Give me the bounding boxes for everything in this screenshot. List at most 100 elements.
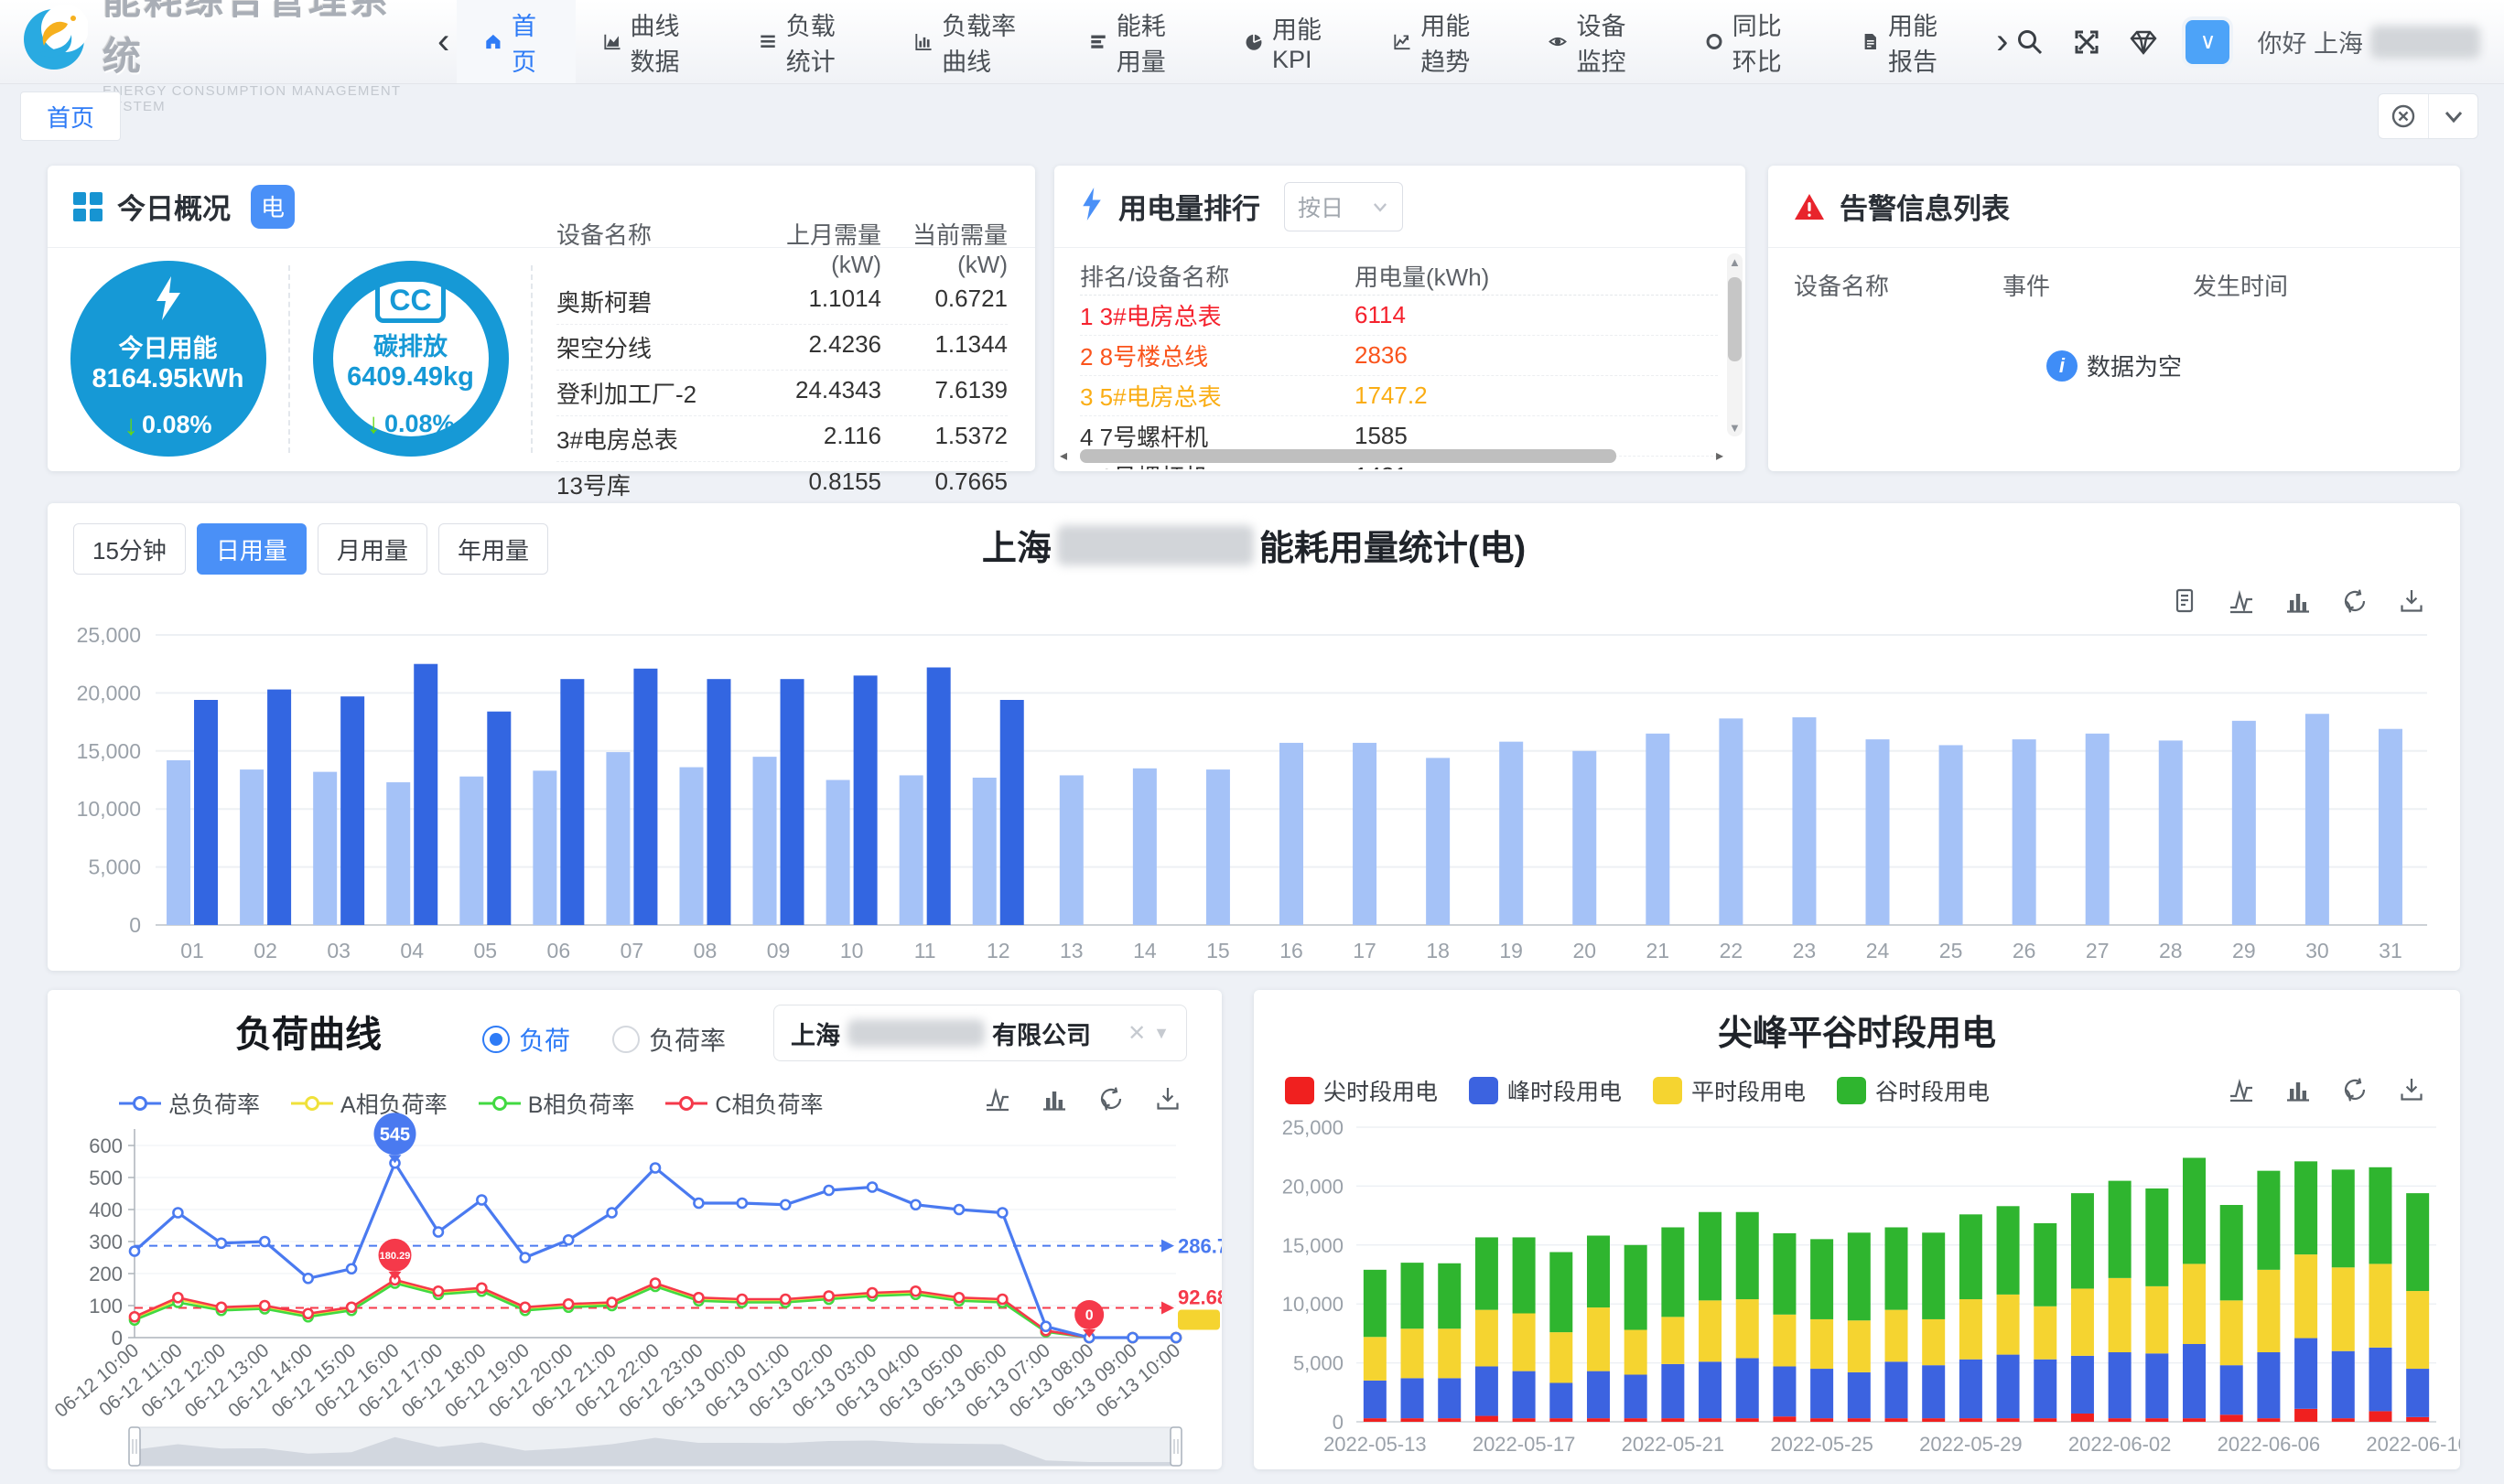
alarm-header-cell: 事件: [2002, 268, 2193, 302]
svg-text:2022-06-06: 2022-06-06: [2218, 1433, 2321, 1456]
legend-swatch: [1285, 1077, 1314, 1104]
main-nav: 首页曲线数据负载统计负载率曲线 能耗用量用能KPI用能趋势设备监控同比环比用能报告: [457, 0, 1989, 83]
table-row: 登利加工厂-224.43437.6139: [556, 371, 1008, 416]
company-select[interactable]: 上海 有限公司 ✕ ▼: [773, 1005, 1187, 1061]
legend-item-谷时段用电[interactable]: 谷时段用电: [1837, 1074, 1990, 1107]
svg-text:2022-06-10: 2022-06-10: [2366, 1433, 2460, 1456]
nav-item-energy-kpi[interactable]: 用能KPI: [1217, 0, 1365, 83]
svg-text:100: 100: [89, 1295, 123, 1317]
nav-item-energy-trend[interactable]: 用能趋势: [1365, 0, 1521, 83]
scrollbar-thumb[interactable]: [1728, 277, 1742, 361]
line-chart-icon[interactable]: [2228, 1076, 2255, 1103]
today-energy-delta-value: 0.08%: [142, 411, 212, 439]
ranking-period-select[interactable]: 按日: [1284, 182, 1403, 231]
load-curve-card: 负荷曲线 负荷负荷率 上海 有限公司 ✕ ▼ 总负荷率A相负荷率B相负荷率C相负…: [48, 990, 1222, 1469]
ranking-value: 1585: [1355, 422, 1718, 450]
legend-item-峰时段用电[interactable]: 峰时段用电: [1469, 1074, 1622, 1107]
nav-item-load-stats[interactable]: 负载统计: [731, 0, 887, 83]
today-overview-card: 今日概况 电 今日用能 8164.95kWh ↓ 0.08%: [48, 166, 1035, 471]
load-radio-group: 负荷 负荷率: [482, 1021, 726, 1058]
legend-item-平时段用电[interactable]: 平时段用电: [1653, 1074, 1806, 1107]
carbon-icon: CC: [375, 277, 445, 323]
radio-label: 负荷率: [649, 1021, 726, 1058]
ranking-name: 2 8号楼总线: [1080, 339, 1355, 372]
ring-icon: [1705, 29, 1723, 54]
svg-text:400: 400: [89, 1199, 123, 1221]
today-energy-wrap: 今日用能 8164.95kWh ↓ 0.08%: [48, 261, 288, 457]
close-circle-icon[interactable]: [2379, 94, 2428, 138]
alarm-table-headers: 设备名称事件发生时间: [1768, 248, 2460, 302]
nav-item-energy-usage[interactable]: 能耗用量: [1062, 0, 1217, 83]
refresh-icon[interactable]: [2341, 587, 2369, 615]
brand: 能耗综合管理系统 ENERGY CONSUMPTION MANAGEMENT S…: [0, 0, 430, 83]
nav-item-label: 负载率曲线: [942, 6, 1034, 78]
svg-text:286.77: 286.77: [1178, 1235, 1222, 1258]
svg-text:25: 25: [1939, 939, 1963, 962]
nav-item-energy-report[interactable]: 用能报告: [1833, 0, 1989, 83]
table-cell: 0.7665: [898, 468, 1008, 501]
legend-label: 谷时段用电: [1875, 1074, 1990, 1107]
line-chart-icon[interactable]: [2228, 587, 2255, 615]
horizontal-scrollbar[interactable]: ◂ ▸: [1080, 448, 1703, 464]
chevron-down-icon[interactable]: ▼: [1153, 1024, 1170, 1043]
user-dropdown-button[interactable]: ∨: [2186, 20, 2229, 64]
alarm-list-card: 告警信息列表 设备名称事件发生时间 i 数据为空: [1768, 166, 2460, 471]
tou-chart-svg: 05,00010,00015,00020,00025,0002022-05-13…: [1254, 1118, 2460, 1462]
datazoom-handle[interactable]: [129, 1427, 140, 1466]
arrow-down-icon: ↓: [366, 407, 381, 440]
svg-text:20,000: 20,000: [1282, 1175, 1344, 1198]
blurred-company-name: [1057, 525, 1254, 565]
svg-text:0: 0: [1333, 1411, 1344, 1434]
blurred-username: [2370, 26, 2480, 59]
legend-item-尖时段用电[interactable]: 尖时段用电: [1285, 1074, 1438, 1107]
vertical-scrollbar[interactable]: ▲ ▼: [1727, 253, 1743, 436]
scroll-down-icon[interactable]: ▼: [1729, 421, 1741, 435]
scroll-right-icon[interactable]: ▸: [1716, 446, 1723, 465]
scrollbar-thumb[interactable]: [1080, 449, 1616, 463]
nav-item-load-rate-curve[interactable]: 负载率曲线: [887, 0, 1062, 83]
download-icon[interactable]: [2398, 587, 2425, 615]
nav-item-home[interactable]: 首页: [457, 0, 575, 83]
ranking-row[interactable]: 3 5#电房总表1747.2: [1080, 376, 1718, 416]
svg-text:92.68: 92.68: [1178, 1286, 1222, 1309]
nav-item-label: 能耗用量: [1117, 6, 1190, 78]
svg-text:06: 06: [547, 939, 571, 962]
datazoom-slider[interactable]: [129, 1427, 1182, 1466]
svg-text:21: 21: [1646, 939, 1670, 962]
radio-负荷[interactable]: 负荷: [482, 1021, 570, 1058]
electric-badge[interactable]: 电: [251, 185, 295, 229]
document-icon: [1861, 29, 1879, 54]
svg-text:27: 27: [2086, 939, 2110, 962]
nav-item-curve-data[interactable]: 曲线数据: [576, 0, 731, 83]
ranking-row[interactable]: 1 3#电房总表6114: [1080, 296, 1718, 336]
clear-icon[interactable]: ✕: [1128, 1020, 1146, 1047]
svg-text:15,000: 15,000: [1282, 1234, 1344, 1257]
diamond-icon[interactable]: [2129, 27, 2158, 57]
scroll-up-icon[interactable]: ▲: [1729, 255, 1741, 269]
svg-text:300: 300: [89, 1231, 123, 1253]
datazoom-handle[interactable]: [1171, 1427, 1182, 1466]
radio-负荷率[interactable]: 负荷率: [612, 1021, 726, 1058]
bar-chart-icon[interactable]: [2284, 587, 2312, 615]
nav-item-compare[interactable]: 同比环比: [1678, 0, 1833, 83]
ranking-row[interactable]: 2 8号楼总线2836: [1080, 336, 1718, 376]
nav-scroll-left-icon[interactable]: ‹: [430, 21, 457, 62]
nav-scroll-right-icon[interactable]: ›: [1989, 21, 2015, 62]
fullscreen-icon[interactable]: [2072, 27, 2101, 57]
data-view-icon[interactable]: [2171, 587, 2198, 615]
lightning-icon: [1080, 188, 1104, 225]
refresh-icon[interactable]: [2341, 1076, 2369, 1103]
download-icon[interactable]: [2398, 1076, 2425, 1103]
nav-item-device-monitor[interactable]: 设备监控: [1521, 0, 1677, 83]
scroll-left-icon[interactable]: ◂: [1060, 446, 1067, 465]
top-actions: ∨ 你好 上海: [2015, 0, 2504, 83]
table-cell: 3#电房总表: [556, 422, 753, 456]
load-card-title: 负荷曲线: [235, 1005, 382, 1058]
nav-item-label: 同比环比: [1732, 6, 1806, 78]
ranking-value: 2836: [1355, 341, 1718, 370]
tab-home[interactable]: 首页: [20, 91, 121, 141]
chevron-down-icon[interactable]: [2428, 94, 2477, 138]
search-icon[interactable]: [2015, 27, 2045, 57]
svg-text:2022-06-02: 2022-06-02: [2068, 1433, 2172, 1456]
bar-chart-icon[interactable]: [2284, 1076, 2312, 1103]
